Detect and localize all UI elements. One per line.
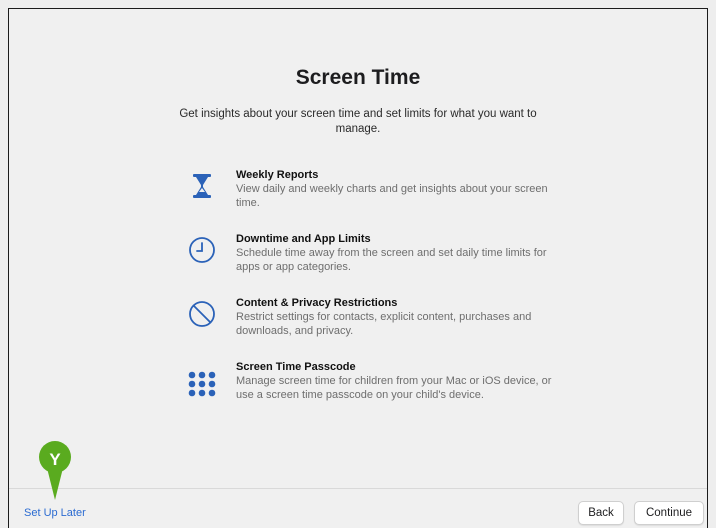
feature-title: Screen Time Passcode (236, 361, 356, 373)
passcode-keypad-icon (186, 368, 218, 400)
feature-description: Manage screen time for children from you… (236, 375, 552, 401)
hourglass-icon (186, 170, 218, 202)
feature-title: Weekly Reports (236, 169, 319, 181)
callout-letter: Y (49, 450, 61, 469)
feature-title: Downtime and App Limits (236, 233, 371, 245)
back-button[interactable]: Back (578, 501, 624, 525)
feature-description: Restrict settings for contacts, explicit… (236, 311, 532, 337)
footer-divider (9, 488, 707, 489)
page-title: Screen Time (295, 66, 421, 89)
clock-icon (186, 234, 218, 266)
continue-button[interactable]: Continue (634, 501, 704, 525)
feature-description: View daily and weekly charts and get ins… (236, 183, 548, 209)
feature-title: Content & Privacy Restrictions (236, 297, 398, 309)
page-subtitle: Get insights about your screen time and … (179, 108, 537, 135)
feature-description: Schedule time away from the screen and s… (236, 247, 547, 273)
prohibited-icon (186, 298, 218, 330)
set-up-later-link[interactable]: Set Up Later (24, 507, 86, 519)
